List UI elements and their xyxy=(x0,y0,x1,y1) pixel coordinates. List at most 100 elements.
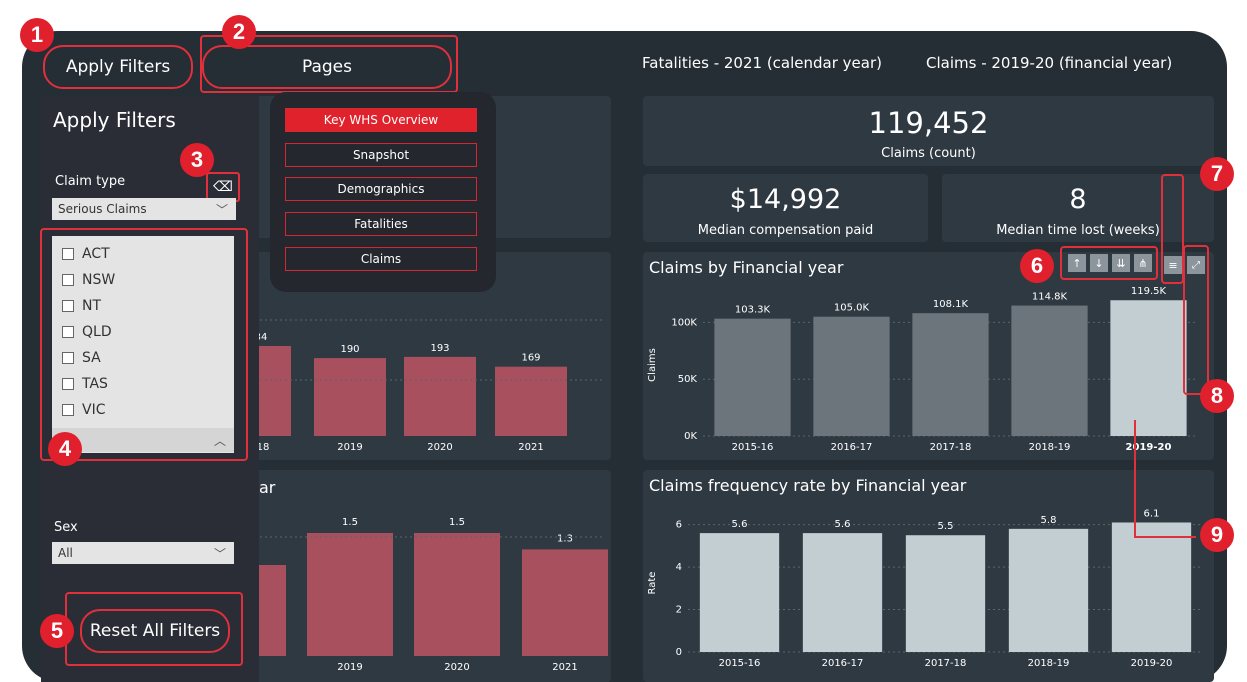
chevron-down-icon: ﹀ xyxy=(215,203,228,217)
y-axis-label: Rate xyxy=(647,572,658,595)
y-tick-label: 50K xyxy=(678,374,698,385)
bar xyxy=(404,356,476,436)
data-label: 5.6 xyxy=(835,519,851,530)
bar xyxy=(307,533,393,656)
claims-by-year-chart: 100K 50K 0K Claims 103.3K 2015-16 105.0K 2016-1… xyxy=(647,286,1198,453)
annotation-badge-6: 6 xyxy=(1020,249,1054,283)
annotation-badge-1: 1 xyxy=(20,18,54,52)
annotation-line-9-vertical xyxy=(1134,420,1136,538)
x-tick-label: 2018-19 xyxy=(1029,442,1071,453)
apply-filters-button[interactable]: Apply Filters xyxy=(43,45,193,89)
y-axis-label: Claims xyxy=(647,348,658,382)
reset-all-filters-button[interactable]: Reset All Filters xyxy=(80,609,230,653)
compensation-label: Median compensation paid xyxy=(697,223,874,238)
bar xyxy=(1008,528,1089,652)
bar xyxy=(314,358,386,436)
x-tick-label: 2020 xyxy=(444,662,469,673)
fatalities-period-label: Fatalities - 2021 (calendar year) xyxy=(642,54,882,72)
bar xyxy=(522,549,608,656)
annotation-line-9-horizontal xyxy=(1134,536,1196,538)
annotation-badge-8: 8 xyxy=(1200,379,1234,413)
bar xyxy=(1110,300,1187,436)
annotation-badge-4: 4 xyxy=(48,432,82,466)
bar xyxy=(714,318,791,436)
data-label: 103.3K xyxy=(735,305,771,316)
annotation-badge-5: 5 xyxy=(40,614,74,648)
x-tick-label: 2015-16 xyxy=(719,658,761,669)
annotation-badge-3: 3 xyxy=(180,143,214,177)
x-tick-label: 2018-19 xyxy=(1028,658,1070,669)
annotation-box-4 xyxy=(40,228,248,461)
data-label: 6.1 xyxy=(1144,508,1160,519)
x-tick-label: 2019 xyxy=(337,662,362,673)
frequency-rate-chart: 6 4 2 0 Rate 5.6 2015-16 5.6 2016-17 5.5 2017-18 5.… xyxy=(647,508,1203,669)
data-label: 169 xyxy=(521,353,540,364)
x-tick-label: 2016-17 xyxy=(831,442,873,453)
filter-panel-title: Apply Filters xyxy=(53,108,176,132)
data-label: 1.5 xyxy=(449,517,465,528)
bar xyxy=(699,533,780,652)
bar xyxy=(912,313,989,436)
data-label: 193 xyxy=(430,343,449,354)
sex-value: All xyxy=(58,546,73,560)
data-label: 5.5 xyxy=(938,521,954,532)
annotation-box-7 xyxy=(1161,174,1184,284)
page-demographics[interactable]: Demographics xyxy=(285,177,477,201)
bar xyxy=(255,346,291,436)
x-tick-label: 2015-16 xyxy=(732,442,774,453)
bar xyxy=(1011,305,1088,436)
annotation-badge-7: 7 xyxy=(1200,157,1234,191)
bar xyxy=(802,533,883,652)
pages-menu: Key WHS Overview Snapshot Demographics F… xyxy=(270,92,496,292)
data-label: 114.8K xyxy=(1032,292,1068,303)
sex-dropdown[interactable]: All ﹀ xyxy=(52,542,234,564)
annotation-box-8 xyxy=(1183,245,1209,395)
y-tick-label: 0K xyxy=(684,431,697,442)
annotation-badge-2: 2 xyxy=(222,15,256,49)
data-label: 5.8 xyxy=(1041,515,1057,526)
page-fatalities[interactable]: Fatalities xyxy=(285,212,477,236)
x-tick-label: 2017-18 xyxy=(930,442,972,453)
bar xyxy=(1111,522,1192,652)
x-tick-label: 2017-18 xyxy=(925,658,967,669)
data-label: 1.3 xyxy=(557,533,573,544)
chevron-down-icon: ﹀ xyxy=(213,547,226,561)
x-tick-label: 2019-20 xyxy=(1131,658,1173,669)
claims-by-year-card: Claims by Financial year 100K 50K 0K Claims… xyxy=(643,252,1214,460)
compensation-kpi-card: $14,992 Median compensation paid xyxy=(643,174,928,242)
data-label: 108.1K xyxy=(933,299,969,310)
claim-type-label: Claim type xyxy=(55,174,126,189)
bar xyxy=(905,535,986,652)
x-tick-label: 2021 xyxy=(518,442,543,453)
x-tick-label: 2016-17 xyxy=(822,658,864,669)
data-label: 5.6 xyxy=(732,519,748,530)
x-tick-label: 2021 xyxy=(552,662,577,673)
claims-period-label: Claims - 2019-20 (financial year) xyxy=(926,54,1173,72)
fatality-rate-chart: 1.5 2019 1.5 2020 1.3 2021 xyxy=(255,517,608,673)
data-label: 119.5K xyxy=(1131,286,1167,297)
y-tick-label: 2 xyxy=(676,605,682,616)
y-tick-label: 6 xyxy=(676,520,682,531)
x-tick-label: 2019-20 xyxy=(1126,442,1172,453)
data-label: 190 xyxy=(340,344,359,355)
claims-kpi-card: 119,452 Claims (count) xyxy=(643,96,1214,166)
claims-count-value: 119,452 xyxy=(868,106,989,140)
frequency-rate-card: Claims frequency rate by Financial year … xyxy=(643,470,1214,682)
claim-type-value: Serious Claims xyxy=(58,202,147,216)
y-tick-label: 4 xyxy=(676,562,682,573)
bar xyxy=(813,316,890,436)
data-label: 105.0K xyxy=(834,303,870,314)
bar xyxy=(414,533,500,656)
page-snapshot[interactable]: Snapshot xyxy=(285,143,477,167)
sex-label: Sex xyxy=(54,520,78,535)
x-tick-label: 2019 xyxy=(337,442,362,453)
page-key-whs-overview[interactable]: Key WHS Overview xyxy=(285,108,477,132)
annotation-badge-9: 9 xyxy=(1200,518,1234,552)
compensation-value: $14,992 xyxy=(729,184,842,215)
page-claims[interactable]: Claims xyxy=(285,247,477,271)
x-tick-label: 2020 xyxy=(427,442,452,453)
claim-type-dropdown[interactable]: Serious Claims ﹀ xyxy=(52,198,236,220)
data-label: 1.5 xyxy=(342,517,358,528)
claims-count-label: Claims (count) xyxy=(881,146,976,161)
fatality-rate-card: ar 1.5 2019 1.5 2020 1.3 2021 xyxy=(255,470,611,682)
